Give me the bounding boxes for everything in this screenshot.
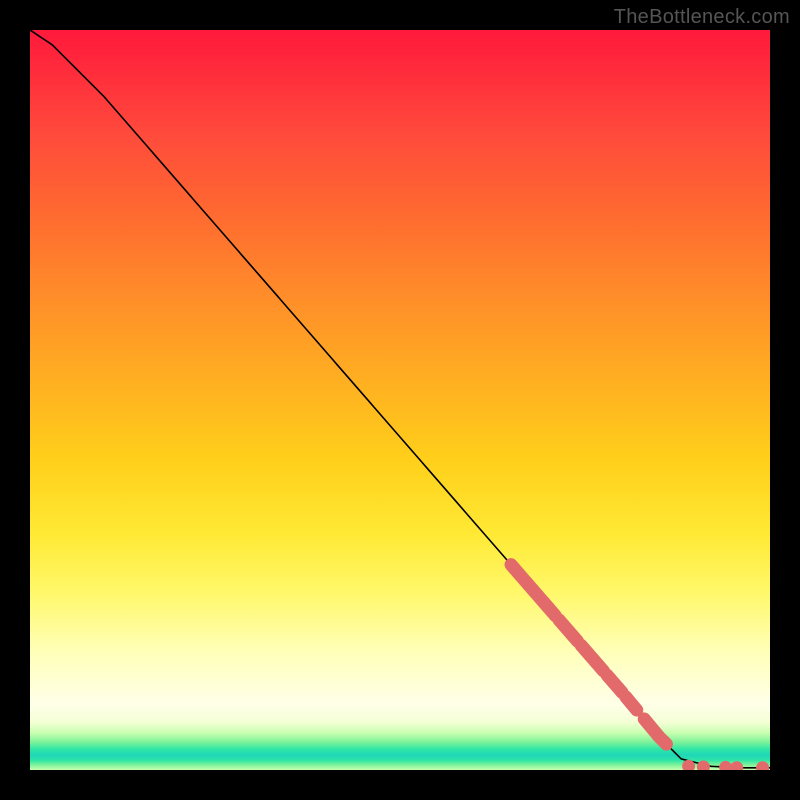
highlight-dot	[730, 761, 743, 770]
highlight-segment	[644, 719, 666, 744]
highlight-segments	[511, 565, 666, 744]
highlight-segment	[559, 620, 578, 641]
plot-area	[30, 30, 770, 770]
bottleneck-curve-line	[30, 30, 770, 768]
watermark-text: TheBottleneck.com	[614, 6, 790, 29]
highlight-segment	[581, 646, 603, 672]
highlight-dot	[719, 761, 732, 770]
curve-layer	[30, 30, 770, 770]
highlight-segment	[626, 697, 637, 710]
highlight-segment	[511, 565, 555, 616]
chart-frame: TheBottleneck.com	[0, 0, 800, 800]
highlight-dot	[697, 761, 710, 770]
highlight-segment	[607, 675, 622, 692]
curve-path	[30, 30, 770, 768]
highlight-dot	[756, 761, 769, 770]
